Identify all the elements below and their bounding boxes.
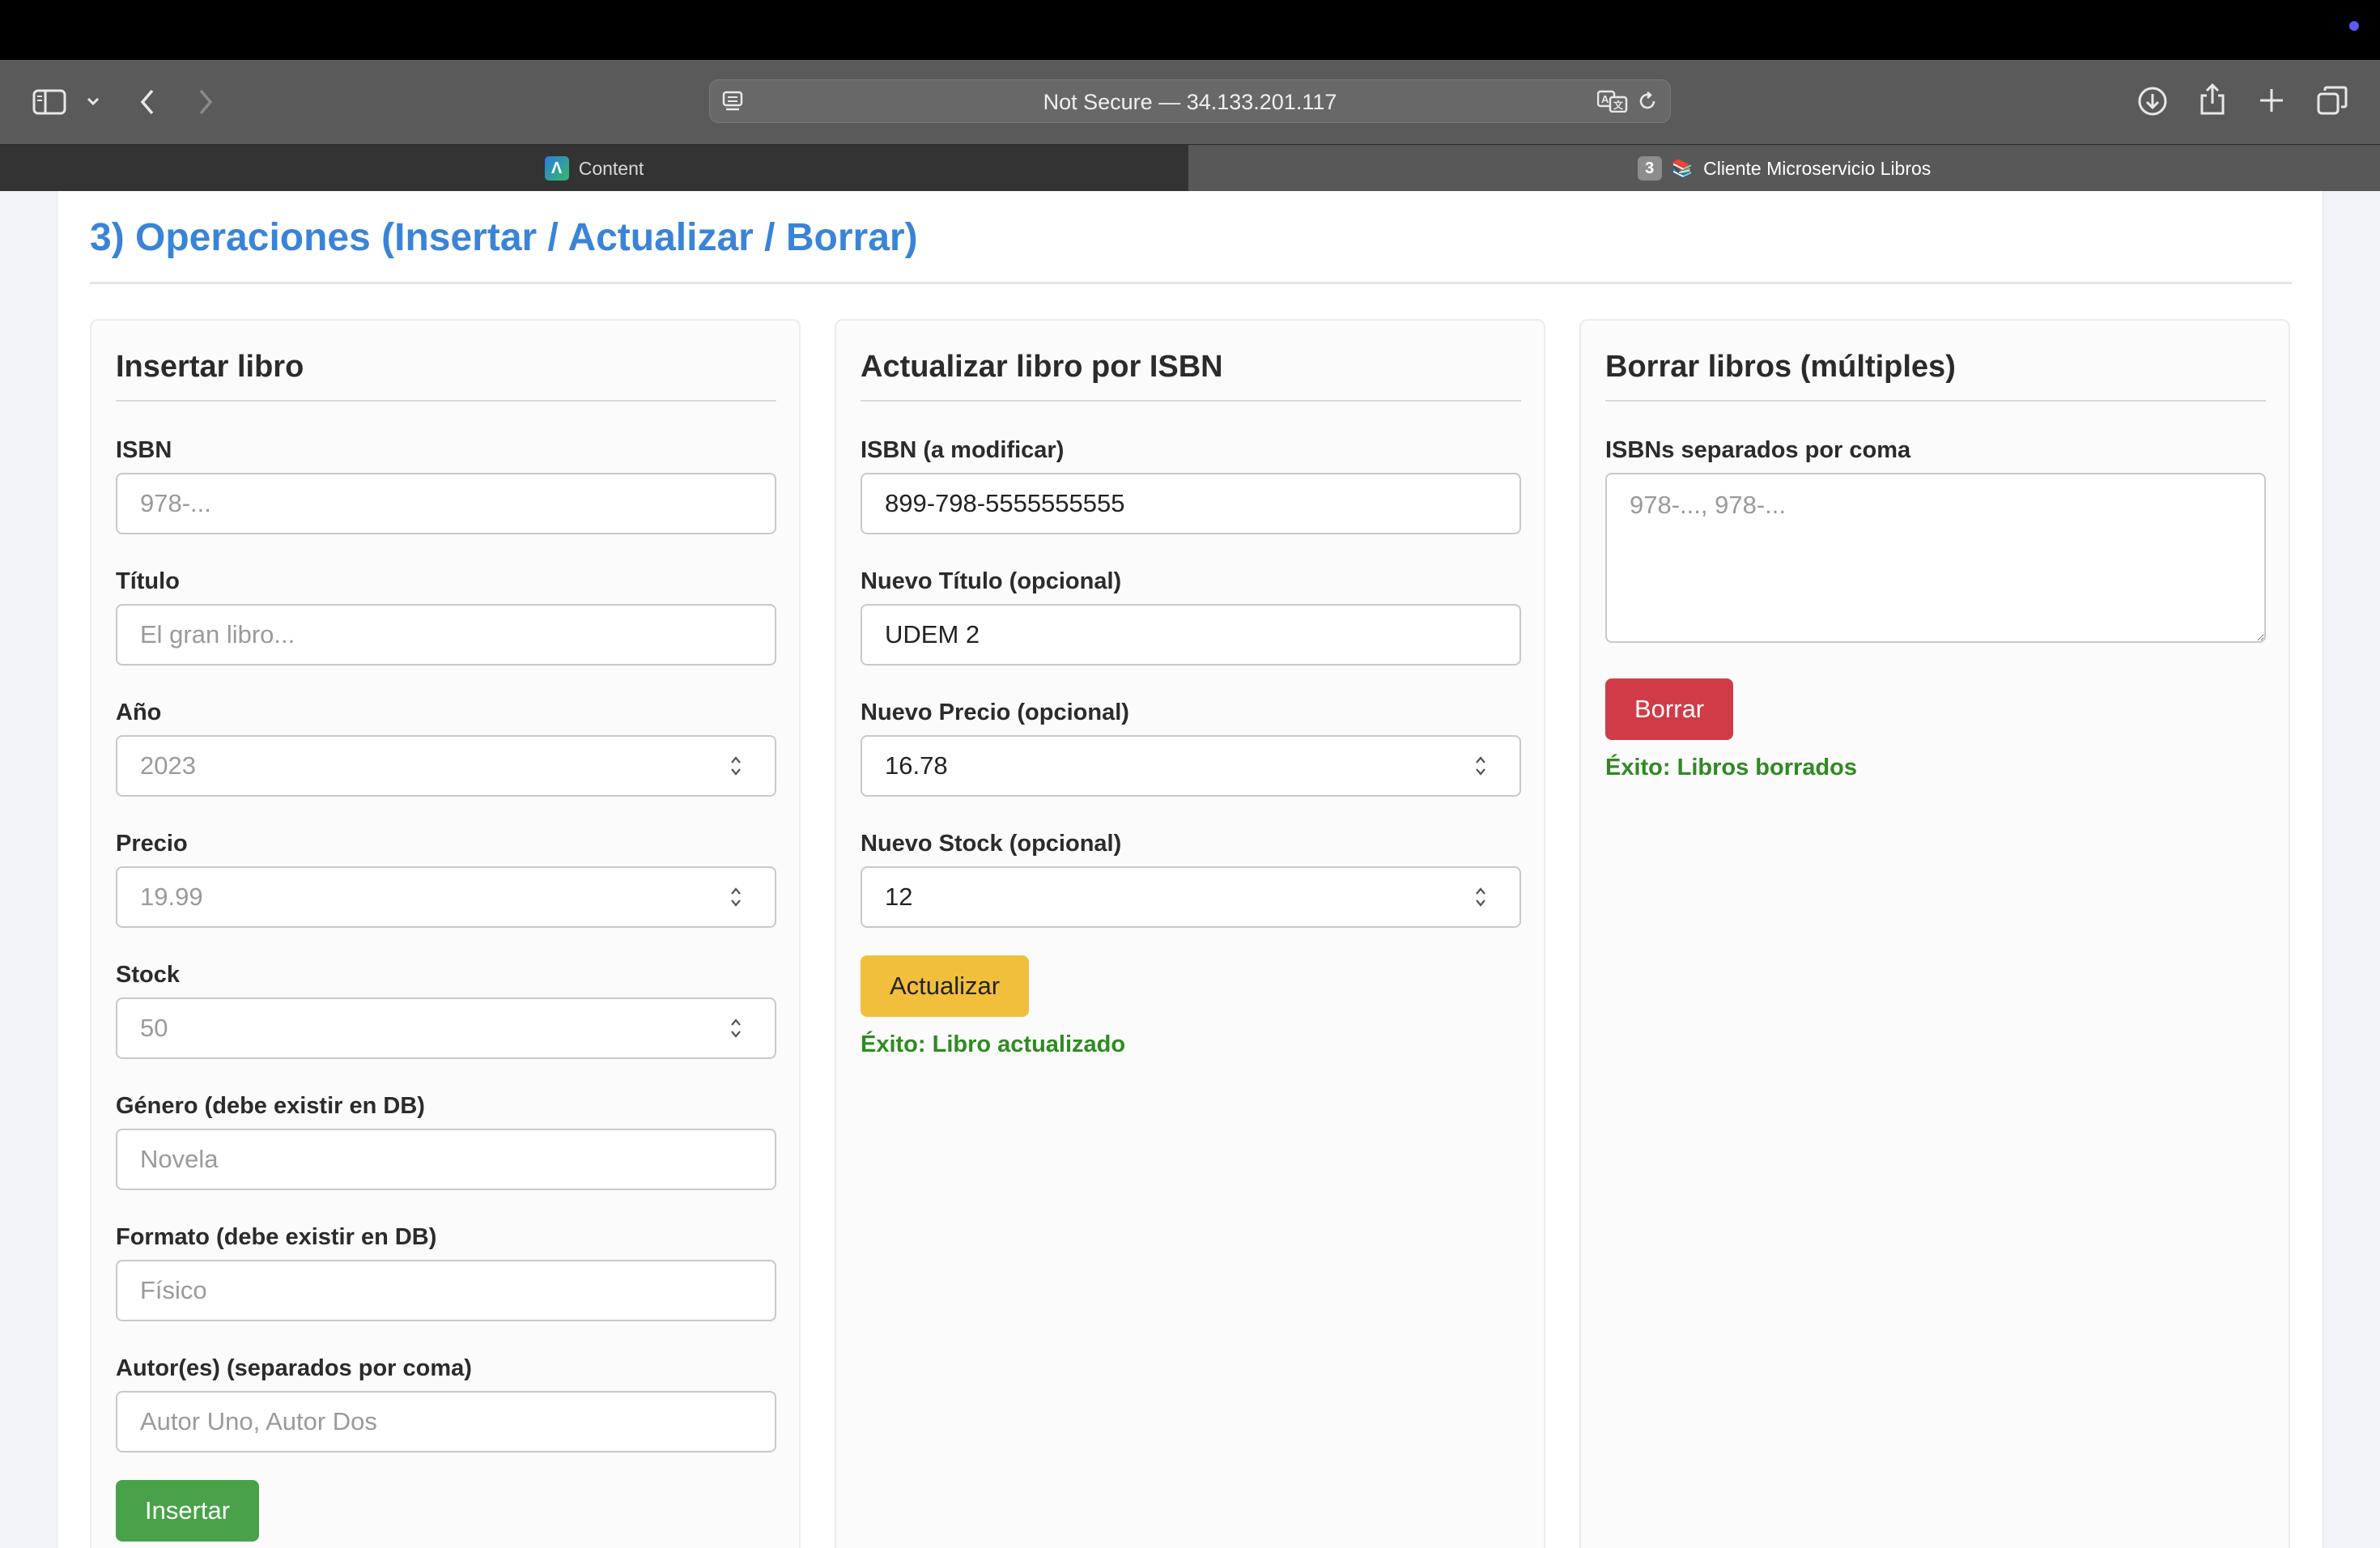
address-bar[interactable]: Not Secure — 34.133.201.117 A文 bbox=[709, 79, 1671, 123]
status-dot bbox=[2349, 21, 2359, 31]
insert-formato-input[interactable] bbox=[116, 1260, 776, 1321]
svg-text:A: A bbox=[1601, 93, 1609, 105]
delete-isbns-textarea[interactable] bbox=[1605, 473, 2266, 643]
stepper-icon[interactable] bbox=[729, 886, 742, 908]
delete-card: Borrar libros (múltiples) ISBNs separado… bbox=[1579, 319, 2290, 1548]
share-icon[interactable] bbox=[2199, 83, 2226, 117]
divider bbox=[861, 400, 1521, 402]
stepper-icon[interactable] bbox=[729, 755, 742, 777]
delete-card-title: Borrar libros (múltiples) bbox=[1605, 350, 1956, 384]
insert-precio-input[interactable] bbox=[116, 866, 776, 928]
insert-button[interactable]: Insertar bbox=[116, 1480, 260, 1542]
update-isbn-label: ISBN (a modificar) bbox=[861, 437, 1065, 463]
tab-cliente-libros[interactable]: 3 📚 Cliente Microservicio Libros bbox=[1188, 145, 2380, 192]
tab-overview-icon[interactable] bbox=[2317, 86, 2348, 115]
update-success-message: Éxito: Libro actualizado bbox=[861, 1031, 1126, 1057]
sidebar-toggle-icon[interactable] bbox=[32, 89, 66, 115]
new-tab-icon[interactable] bbox=[2259, 87, 2284, 113]
update-titulo-label: Nuevo Título (opcional) bbox=[861, 568, 1122, 594]
genero-label: Género (debe existir en DB) bbox=[116, 1093, 425, 1119]
insert-genero-input[interactable] bbox=[116, 1129, 776, 1190]
tab-label: Cliente Microservicio Libros bbox=[1703, 157, 1932, 179]
formato-label: Formato (debe existir en DB) bbox=[116, 1224, 437, 1250]
app-logo-icon: Λ bbox=[544, 156, 569, 181]
section-title: 3) Operaciones (Insertar / Actualizar / … bbox=[90, 216, 918, 259]
translate-icon[interactable]: A文 bbox=[1596, 90, 1628, 117]
divider bbox=[1605, 400, 2266, 402]
books-icon: 📚 bbox=[1671, 158, 1694, 178]
update-card: Actualizar libro por ISBN ISBN (a modifi… bbox=[835, 319, 1545, 1548]
anio-label: Año bbox=[116, 700, 162, 725]
insert-stock-input[interactable] bbox=[116, 997, 776, 1059]
page-viewport: 3) Operaciones (Insertar / Actualizar / … bbox=[0, 191, 2380, 1548]
insert-isbn-input[interactable] bbox=[116, 473, 776, 534]
update-isbn-input[interactable] bbox=[861, 473, 1521, 534]
update-precio-label: Nuevo Precio (opcional) bbox=[861, 700, 1129, 725]
stepper-icon[interactable] bbox=[729, 1017, 742, 1040]
stock-label: Stock bbox=[116, 962, 180, 988]
menu-bar bbox=[0, 0, 2380, 60]
stepper-icon[interactable] bbox=[1474, 755, 1487, 777]
delete-button[interactable]: Borrar bbox=[1605, 678, 1734, 740]
tab-bar: Λ Content 3 📚 Cliente Microservicio Libr… bbox=[0, 144, 2380, 192]
delete-isbns-label: ISBNs separados por coma bbox=[1605, 437, 1911, 463]
reload-icon[interactable] bbox=[1636, 90, 1659, 117]
insert-anio-input[interactable] bbox=[116, 735, 776, 797]
titulo-label: Título bbox=[116, 568, 180, 594]
update-stock-label: Nuevo Stock (opcional) bbox=[861, 831, 1122, 857]
tab-count-badge: 3 bbox=[1637, 156, 1662, 181]
isbn-label: ISBN bbox=[116, 437, 172, 463]
forward-icon[interactable] bbox=[198, 87, 214, 117]
insert-titulo-input[interactable] bbox=[116, 604, 776, 666]
stepper-icon[interactable] bbox=[1474, 886, 1487, 908]
browser-toolbar: Not Secure — 34.133.201.117 A文 bbox=[0, 60, 2380, 144]
precio-label: Precio bbox=[116, 831, 188, 857]
update-precio-input[interactable] bbox=[861, 735, 1521, 797]
content-container: 3) Operaciones (Insertar / Actualizar / … bbox=[57, 191, 2323, 1548]
divider bbox=[90, 282, 2292, 284]
update-titulo-input[interactable] bbox=[861, 604, 1521, 666]
insert-card: Insertar libro ISBN Título Año Precio St… bbox=[90, 319, 801, 1548]
back-icon[interactable] bbox=[139, 87, 155, 117]
address-text: Not Secure — 34.133.201.117 bbox=[1043, 90, 1337, 114]
insert-card-title: Insertar libro bbox=[116, 350, 304, 384]
insert-autores-input[interactable] bbox=[116, 1391, 776, 1452]
update-stock-input[interactable] bbox=[861, 866, 1521, 928]
chevron-down-icon[interactable] bbox=[86, 96, 100, 107]
tab-content[interactable]: Λ Content bbox=[0, 145, 1188, 192]
delete-success-message: Éxito: Libros borrados bbox=[1605, 755, 1857, 780]
autores-label: Autor(es) (separados por coma) bbox=[116, 1355, 472, 1381]
divider bbox=[116, 400, 776, 402]
tab-label: Content bbox=[578, 157, 644, 179]
svg-text:文: 文 bbox=[1613, 99, 1624, 111]
update-card-title: Actualizar libro por ISBN bbox=[861, 350, 1223, 384]
downloads-icon[interactable] bbox=[2137, 86, 2168, 117]
update-button[interactable]: Actualizar bbox=[861, 955, 1030, 1017]
